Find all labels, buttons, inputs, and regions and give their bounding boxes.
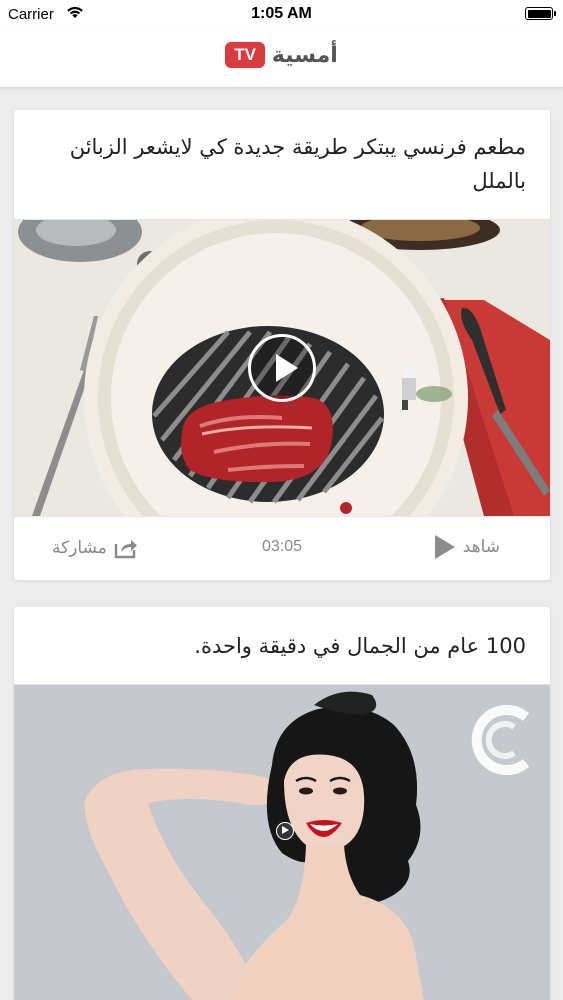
video-thumbnail[interactable] (14, 220, 550, 516)
battery-icon (525, 7, 556, 20)
clock: 1:05 AM (251, 5, 312, 22)
video-card[interactable]: 100 عام من الجمال في دقيقة واحدة. (14, 607, 550, 1000)
status-bar: Carrier 1:05 AM (0, 0, 563, 30)
logo-tv-badge: TV (225, 42, 265, 68)
video-card[interactable]: مطعم فرنسي يبتكر طريقة جديدة كي لايشعر ا… (14, 110, 550, 580)
channel-logo-icon (471, 705, 530, 775)
app-logo[interactable]: TV أمسية (0, 42, 563, 68)
play-icon (434, 535, 455, 559)
card-title[interactable]: مطعم فرنسي يبتكر طريقة جديدة كي لايشعر ا… (14, 110, 550, 220)
watch-button[interactable]: شاهد (434, 535, 500, 559)
card-title[interactable]: 100 عام من الجمال في دقيقة واحدة. (14, 607, 550, 685)
video-thumbnail[interactable] (14, 685, 550, 1000)
nav-bar: TV أمسية (0, 30, 563, 88)
logo-name: أمسية (271, 42, 338, 68)
play-triangle (282, 826, 289, 834)
battery-fill (527, 9, 551, 18)
card-action-bar: مشاركة 03:05 شاهد (14, 516, 550, 580)
play-icon[interactable] (248, 334, 316, 402)
play-triangle (276, 354, 298, 382)
watch-label: شاهد (462, 537, 500, 557)
play-icon[interactable] (276, 822, 294, 840)
